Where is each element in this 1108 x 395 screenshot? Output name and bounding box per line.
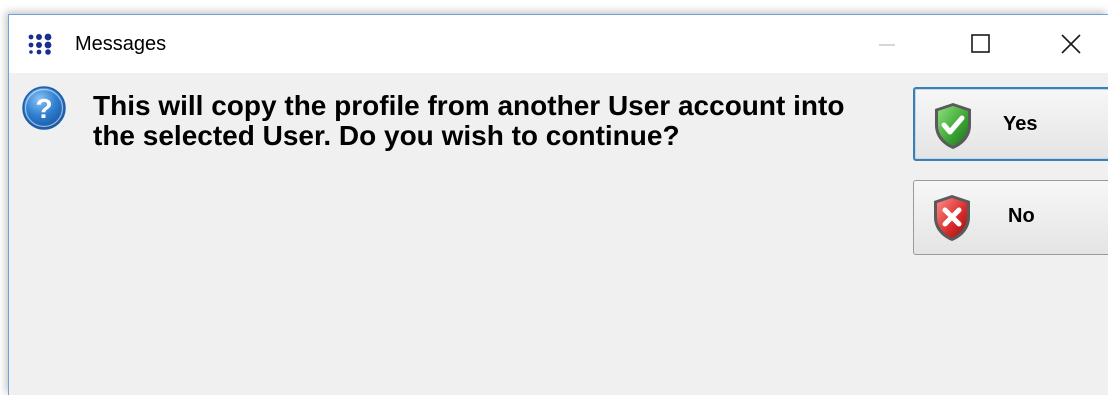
minimize-button[interactable] (839, 15, 931, 73)
yes-button-label: Yes (1003, 113, 1038, 135)
window-title: Messages (75, 33, 167, 55)
no-button-label: No (1008, 205, 1035, 227)
svg-text:?: ? (35, 93, 52, 124)
messages-dialog: Messages ? This will copy the profile fr… (8, 14, 1108, 395)
dots-grid-icon (27, 33, 57, 55)
dialog-message: This will copy the profile from another … (93, 90, 845, 151)
maximize-button[interactable] (934, 15, 1026, 73)
red-x-shield-icon (930, 193, 974, 243)
yes-button[interactable]: Yes (913, 87, 1108, 161)
title-bar[interactable]: Messages (9, 15, 1108, 73)
minimize-icon (879, 44, 895, 46)
close-icon (1061, 34, 1081, 54)
maximize-icon (971, 34, 990, 53)
green-check-shield-icon (931, 101, 975, 151)
close-button[interactable] (1024, 15, 1108, 73)
no-button[interactable]: No (913, 180, 1108, 255)
question-icon: ? (21, 85, 67, 131)
